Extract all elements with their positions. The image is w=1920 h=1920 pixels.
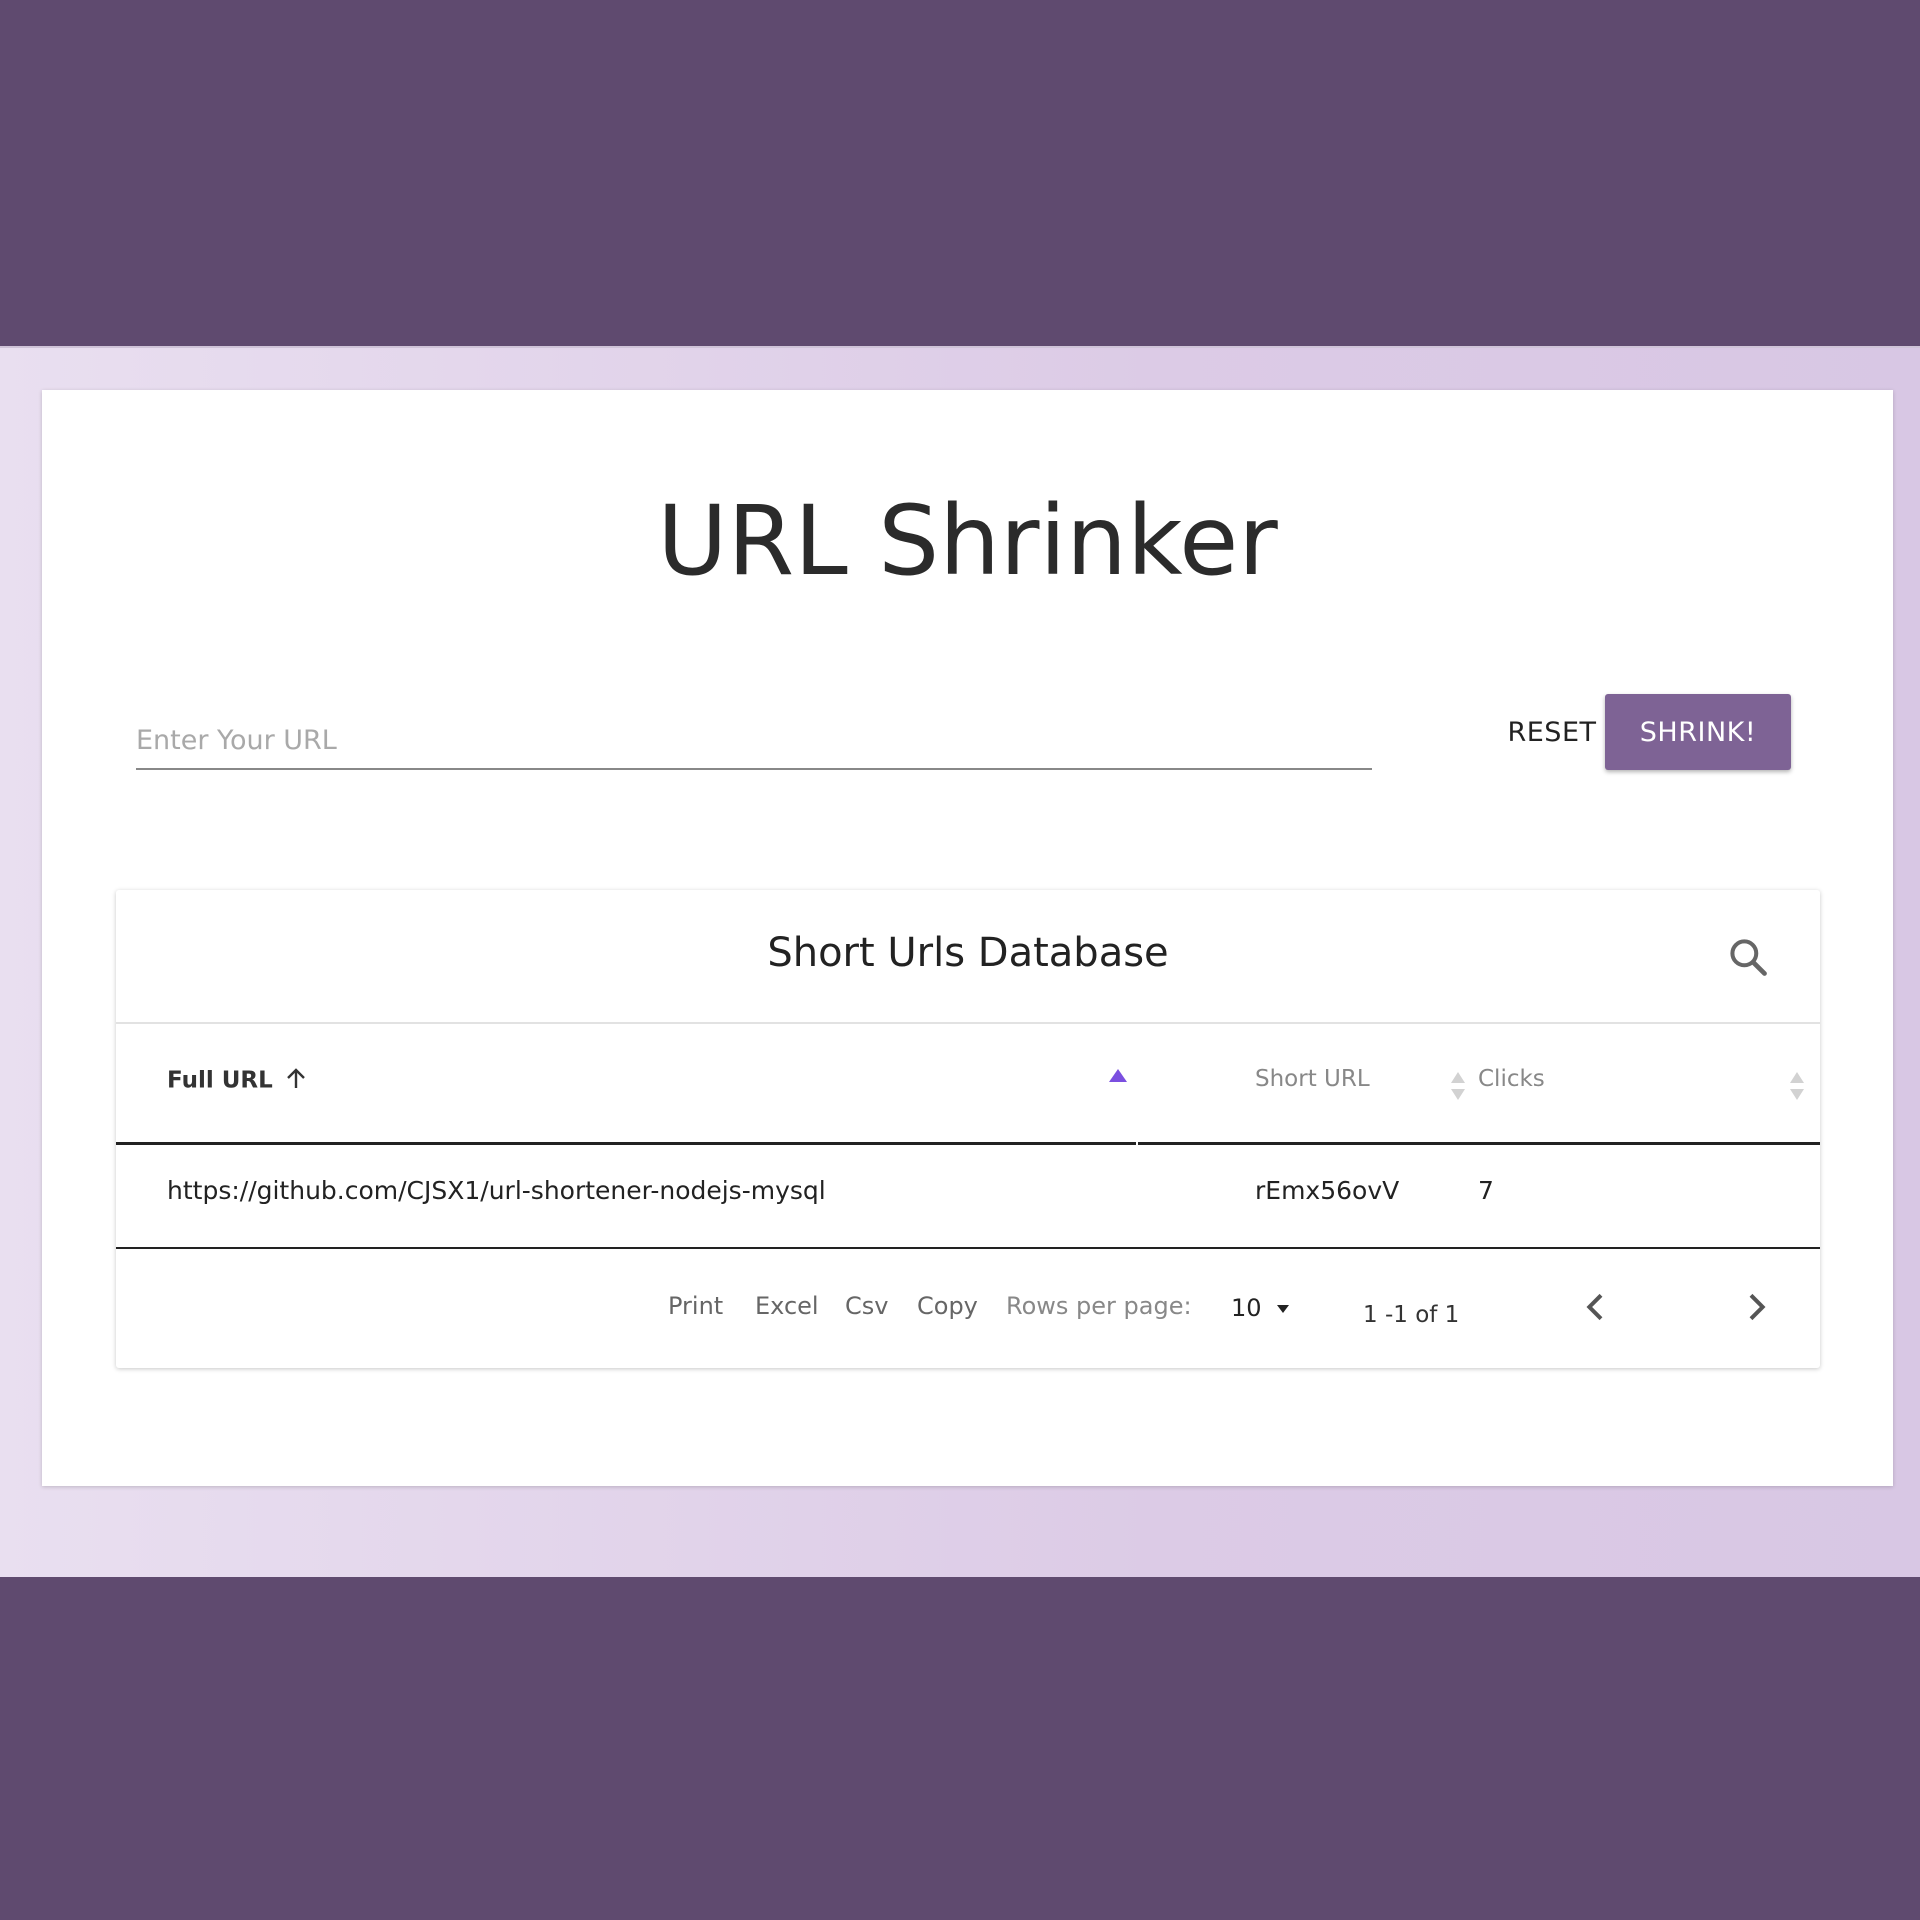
table-title: Short Urls Database [767, 930, 1169, 976]
search-icon[interactable] [1726, 935, 1770, 979]
print-button[interactable]: Print [668, 1292, 723, 1320]
csv-button[interactable]: Csv [845, 1292, 888, 1320]
column-header-clicks[interactable]: Clicks [1478, 1066, 1545, 1092]
header-underline [1478, 1142, 1820, 1145]
sort-both-icon[interactable] [1788, 1070, 1806, 1106]
cell-short-url: rEmx56ovV [1255, 1176, 1400, 1205]
copy-button[interactable]: Copy [917, 1292, 978, 1320]
excel-button[interactable]: Excel [755, 1292, 819, 1320]
previous-page-button[interactable] [1576, 1287, 1616, 1327]
cell-full-url: https://github.com/CJSX1/url-shortener-n… [167, 1176, 826, 1205]
short-urls-table: Short Urls Database Full URL Short URL C… [116, 890, 1820, 1368]
column-header-full-url[interactable]: Full URL [167, 1066, 307, 1096]
header-underline [1138, 1142, 1478, 1145]
cell-clicks: 7 [1478, 1176, 1494, 1205]
chevron-left-icon [1576, 1293, 1616, 1330]
rows-per-page-value: 10 [1231, 1294, 1262, 1322]
sort-asc-icon[interactable] [1108, 1068, 1128, 1088]
rows-per-page-label: Rows per page: [1006, 1292, 1192, 1320]
column-header-short-url[interactable]: Short URL [1255, 1066, 1370, 1092]
header-divider [116, 1022, 1820, 1024]
app-background: URL Shrinker RESET SHRINK! Short Urls Da… [0, 346, 1920, 1577]
next-page-button[interactable] [1736, 1287, 1776, 1327]
url-field [136, 712, 1372, 772]
rows-per-page-select[interactable]: 10 [1231, 1294, 1291, 1322]
column-header-label: Short URL [1255, 1066, 1370, 1092]
chevron-right-icon [1736, 1293, 1776, 1330]
row-divider [116, 1247, 1820, 1249]
arrow-up-icon [285, 1066, 307, 1096]
header-underline [116, 1142, 1136, 1145]
page-title: URL Shrinker [657, 485, 1278, 597]
shrink-button[interactable]: SHRINK! [1605, 694, 1791, 770]
sort-both-icon[interactable] [1449, 1070, 1467, 1106]
column-header-label: Full URL [167, 1067, 273, 1094]
url-input[interactable] [136, 712, 1372, 770]
pagination-info: 1 -1 of 1 [1363, 1302, 1460, 1328]
column-header-label: Clicks [1478, 1066, 1545, 1092]
main-card: URL Shrinker RESET SHRINK! Short Urls Da… [42, 390, 1893, 1486]
dropdown-caret-icon [1269, 1294, 1291, 1322]
